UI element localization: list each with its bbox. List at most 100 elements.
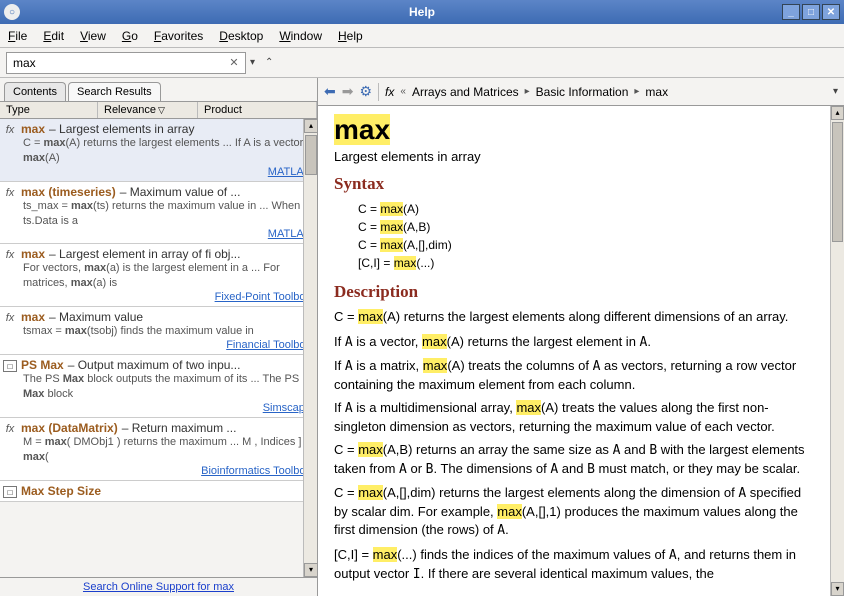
scroll-down-icon[interactable]: ▾ — [304, 563, 317, 577]
desc-para: If A is a matrix, max(A) treats the colu… — [334, 357, 814, 393]
menu-help[interactable]: Help — [338, 29, 363, 43]
desc-para: If A is a multidimensional array, max(A)… — [334, 399, 814, 435]
app-icon: ○ — [4, 4, 20, 20]
menu-desktop[interactable]: Desktop — [219, 29, 263, 43]
result-desc: – Return maximum ... — [122, 421, 237, 435]
result-item[interactable]: fxmax – Largest elements in arrayC = max… — [0, 119, 317, 182]
header-relevance[interactable]: Relevance▽ — [98, 102, 198, 118]
result-snippet: For vectors, max(a) is the largest eleme… — [3, 261, 311, 291]
desc-para: C = max(A) returns the largest elements … — [334, 308, 814, 327]
result-snippet: ts_max = max(ts) returns the maximum val… — [3, 199, 311, 229]
menu-go[interactable]: Go — [122, 29, 138, 43]
result-desc: – Largest elements in array — [49, 122, 194, 136]
description-heading: Description — [334, 282, 814, 302]
page-subtitle: Largest elements in array — [334, 149, 814, 164]
scroll-thumb[interactable] — [832, 122, 843, 242]
gear-icon[interactable]: ⚙ — [359, 83, 372, 100]
product-link[interactable]: MATLAB — [3, 228, 311, 240]
menu-edit[interactable]: Edit — [43, 29, 64, 43]
breadcrumb-arrays[interactable]: Arrays and Matrices — [412, 85, 519, 99]
syntax-block: C = max(A) C = max(A,B) C = max(A,[],dim… — [358, 200, 814, 272]
result-item[interactable]: □ Max Step Size — [0, 481, 317, 503]
result-desc: – Maximum value of ... — [120, 185, 241, 199]
product-link[interactable]: Financial Toolbox — [3, 339, 311, 351]
content-scrollbar[interactable]: ▴ ▾ — [830, 106, 844, 596]
result-snippet: tsmax = max(tsobj) finds the maximum val… — [3, 324, 311, 339]
doc-content: max Largest elements in array Syntax C =… — [318, 106, 844, 596]
breadcrumb-basic[interactable]: Basic Information — [536, 85, 629, 99]
nav-forward-icon[interactable]: ➡ — [342, 83, 354, 100]
close-button[interactable]: ✕ — [822, 4, 840, 20]
scroll-down-icon[interactable]: ▾ — [831, 582, 844, 596]
scroll-up-icon[interactable]: ▴ — [304, 119, 317, 133]
search-input[interactable] — [6, 52, 246, 74]
breadcrumb-max[interactable]: max — [645, 85, 668, 99]
result-name: max (timeseries) — [21, 185, 116, 199]
menu-file[interactable]: File — [8, 29, 27, 43]
result-desc: – Largest element in array of fi obj... — [49, 247, 240, 261]
chevron-right-icon: ▸ — [525, 86, 530, 97]
block-icon: □ — [3, 486, 17, 498]
product-link[interactable]: Fixed-Point Toolbox — [3, 291, 311, 303]
search-toolbar: ✕ ▾ ⌃ — [0, 48, 844, 78]
fx-icon: fx — [3, 312, 17, 324]
header-type[interactable]: Type — [0, 102, 98, 118]
menubar: File Edit View Go Favorites Desktop Wind… — [0, 24, 844, 48]
menu-view[interactable]: View — [80, 29, 106, 43]
header-product[interactable]: Product — [198, 102, 317, 118]
window-title: Help — [409, 5, 435, 19]
result-desc: – Maximum value — [49, 310, 143, 324]
chevron-right-icon: ▸ — [634, 86, 639, 97]
nav-back-icon[interactable]: ⬅ — [324, 83, 336, 100]
tab-contents[interactable]: Contents — [4, 82, 66, 101]
desc-para: If A is a vector, max(A) returns the lar… — [334, 333, 814, 352]
clear-search-icon[interactable]: ✕ — [226, 56, 242, 69]
page-title: max — [334, 114, 390, 147]
scroll-thumb[interactable] — [305, 135, 317, 175]
menu-window[interactable]: Window — [279, 29, 322, 43]
result-snippet: C = max(A) returns the largest elements … — [3, 136, 311, 166]
result-item[interactable]: fx max (timeseries) – Maximum value of ..… — [0, 182, 317, 245]
results-footer: Search Online Support for max — [0, 577, 317, 596]
syntax-heading: Syntax — [334, 174, 814, 194]
result-item[interactable]: fxmax – Maximum valuetsmax = max(tsobj) … — [0, 307, 317, 355]
fx-icon: fx — [385, 85, 394, 99]
minimize-button[interactable]: _ — [782, 4, 800, 20]
fx-icon: fx — [3, 423, 17, 435]
results-scrollbar[interactable]: ▴ ▾ — [303, 119, 317, 577]
product-link[interactable]: Bioinformatics Toolbox — [3, 465, 311, 477]
search-dropdown-icon[interactable]: ▾ — [248, 57, 257, 68]
search-up-icon[interactable]: ⌃ — [263, 57, 275, 68]
maximize-button[interactable]: □ — [802, 4, 820, 20]
desc-para: C = max(A,[],dim) returns the largest el… — [334, 484, 814, 540]
result-name: PS Max — [21, 358, 64, 372]
result-name: max (DataMatrix) — [21, 421, 118, 435]
result-item[interactable]: fxmax – Largest element in array of fi o… — [0, 244, 317, 307]
chevron-icon: « — [400, 86, 406, 97]
desc-para: [C,I] = max(...) finds the indices of th… — [334, 546, 814, 583]
result-name: max — [21, 247, 45, 261]
menu-favorites[interactable]: Favorites — [154, 29, 203, 43]
block-icon: □ — [3, 360, 17, 372]
result-desc: – Output maximum of two inpu... — [68, 358, 241, 372]
breadcrumb-dropdown-icon[interactable]: ▾ — [833, 86, 838, 97]
result-snippet: The PS Max block outputs the maximum of … — [3, 372, 311, 402]
sort-desc-icon: ▽ — [158, 105, 165, 115]
online-support-link[interactable]: Search Online Support for max — [83, 581, 234, 593]
product-link[interactable]: Simscape — [3, 402, 311, 414]
fx-icon: fx — [3, 249, 17, 261]
tab-search-results[interactable]: Search Results — [68, 82, 161, 101]
result-item[interactable]: fx max (DataMatrix) – Return maximum ...M… — [0, 418, 317, 481]
desc-para: C = max(A,B) returns an array the same s… — [334, 441, 814, 478]
result-item[interactable]: □ PS Max – Output maximum of two inpu...T… — [0, 355, 317, 418]
result-name: max — [21, 310, 45, 324]
result-snippet: M = max( DMObj1 ) returns the maximum ..… — [3, 435, 311, 465]
titlebar: ○ Help _ □ ✕ — [0, 0, 844, 24]
scroll-up-icon[interactable]: ▴ — [831, 106, 844, 120]
product-link[interactable]: MATLAB — [3, 166, 311, 178]
fx-icon: fx — [3, 124, 17, 136]
fx-icon: fx — [3, 187, 17, 199]
toolbar-divider — [378, 83, 379, 101]
result-name: Max Step Size — [21, 484, 101, 498]
doc-toolbar: ⬅ ➡ ⚙ fx « Arrays and Matrices ▸ Basic I… — [318, 78, 844, 106]
